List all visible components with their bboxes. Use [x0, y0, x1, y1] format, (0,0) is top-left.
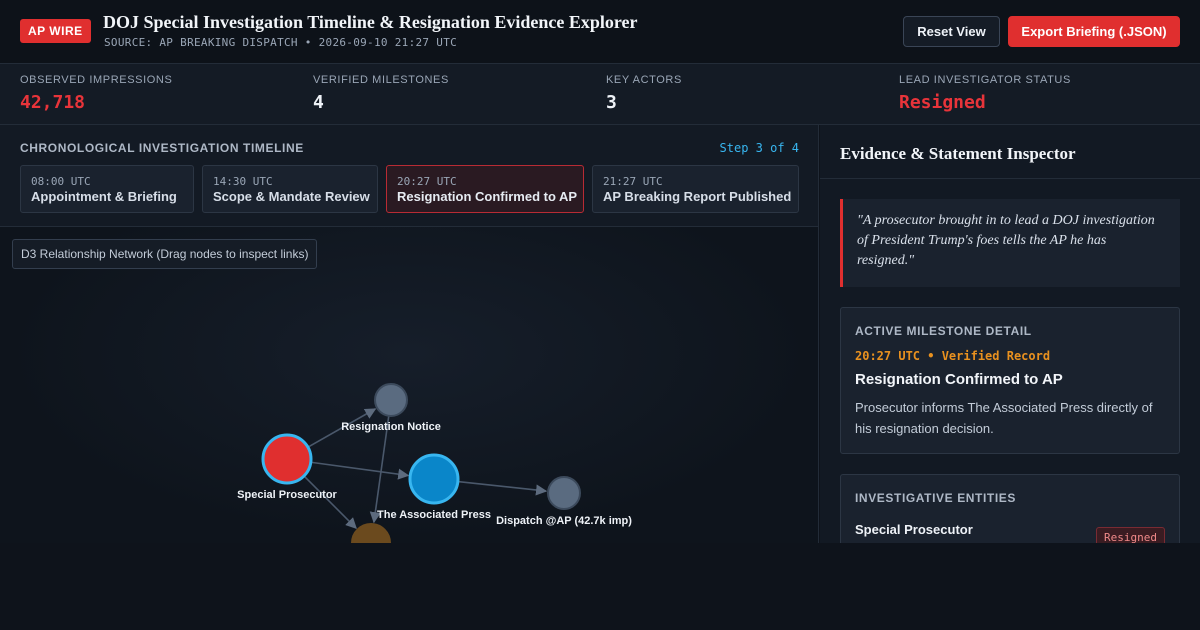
timeline-card[interactable]: 21:27 UTC AP Breaking Report Published [592, 165, 799, 213]
app-title: DOJ Special Investigation Timeline & Res… [103, 12, 638, 32]
milestone-detail-card: ACTIVE MILESTONE DETAIL 20:27 UTC • Veri… [840, 307, 1180, 454]
network-node-doj[interactable] [351, 523, 391, 543]
stat-investigator-status: LEAD INVESTIGATOR STATUS Resigned [899, 64, 1179, 125]
timeline-card-label: Appointment & Briefing [31, 189, 177, 204]
stat-value: Resigned [899, 92, 986, 113]
network-node-ap[interactable]: The Associated Press [377, 453, 491, 521]
stat-milestones: VERIFIED MILESTONES 4 [313, 64, 593, 125]
stat-label: KEY ACTORS [606, 74, 682, 86]
network-node-label: Resignation Notice [341, 421, 441, 433]
entity-status-badge: Resigned [1096, 527, 1165, 543]
entities-card: INVESTIGATIVE ENTITIES Special Prosecuto… [840, 474, 1180, 543]
network-node-circle[interactable] [547, 476, 581, 510]
left-panel: CHRONOLOGICAL INVESTIGATION TIMELINE Ste… [0, 125, 819, 543]
timeline-card-time: 08:00 UTC [31, 175, 91, 188]
timeline-card[interactable]: 20:27 UTC Resignation Confirmed to AP [386, 165, 584, 213]
timeline-card-time: 14:30 UTC [213, 175, 273, 188]
network-node-circle[interactable] [351, 523, 391, 543]
stat-impressions: OBSERVED IMPRESSIONS 42,718 [20, 64, 300, 125]
entity-name[interactable]: Special Prosecutor [855, 522, 973, 537]
relationship-network[interactable]: Special Prosecutor Resignation Notice The … [0, 227, 819, 543]
network-caption: D3 Relationship Network (Drag nodes to i… [12, 239, 318, 269]
timeline-card-label: Resignation Confirmed to AP [397, 189, 578, 204]
milestone-description: Prosecutor informs The Associated Press … [855, 400, 1153, 436]
network-node-notice[interactable]: Resignation Notice [341, 383, 441, 433]
stats-bar: OBSERVED IMPRESSIONS 42,718 VERIFIED MIL… [0, 64, 1200, 125]
network-link-ap-dispatch [457, 480, 548, 496]
timeline-title: CHRONOLOGICAL INVESTIGATION TIMELINE [20, 141, 304, 155]
network-link-prosecutor-doj [303, 475, 357, 529]
network-node-circle[interactable] [408, 453, 460, 505]
stat-label: VERIFIED MILESTONES [313, 74, 449, 86]
timeline-section: CHRONOLOGICAL INVESTIGATION TIMELINE Ste… [0, 125, 818, 227]
source-line: SOURCE: AP BREAKING DISPATCH • 2026-09-1… [104, 36, 458, 49]
network-node-label: The Associated Press [377, 509, 491, 521]
milestone-title: Resignation Confirmed to AP [855, 371, 1063, 388]
network-link-prosecutor-ap [310, 461, 410, 480]
network-node-label: Special Prosecutor [237, 489, 337, 501]
network-node-circle[interactable] [261, 433, 313, 485]
evidence-quote: "A prosecutor brought in to lead a DOJ i… [840, 199, 1180, 287]
stat-value: 42,718 [20, 92, 86, 113]
stat-label: LEAD INVESTIGATOR STATUS [899, 74, 1071, 86]
timeline-card-label: Scope & Mandate Review [213, 189, 370, 204]
ap-wire-badge: AP WIRE [20, 19, 91, 43]
timeline-card[interactable]: 14:30 UTC Scope & Mandate Review [202, 165, 378, 213]
milestone-meta: 20:27 UTC • Verified Record [855, 349, 1051, 363]
network-node-label: Dispatch @AP (42.7k imp) [496, 515, 632, 527]
reset-view-button[interactable]: Reset View [903, 16, 1000, 47]
timeline-card-time: 21:27 UTC [603, 175, 663, 188]
stat-label: OBSERVED IMPRESSIONS [20, 74, 173, 86]
stat-value: 4 [313, 92, 324, 113]
network-node-circle[interactable] [374, 383, 408, 417]
milestone-heading: ACTIVE MILESTONE DETAIL [855, 324, 1032, 338]
entities-heading: INVESTIGATIVE ENTITIES [855, 491, 1016, 505]
export-briefing-button[interactable]: Export Briefing (.JSON) [1008, 16, 1180, 47]
network-canvas[interactable]: Special Prosecutor Resignation Notice The … [0, 227, 819, 543]
inspector-panel: Evidence & Statement Inspector "A prosec… [820, 125, 1200, 543]
timeline-card-time: 20:27 UTC [397, 175, 457, 188]
timeline-card[interactable]: 08:00 UTC Appointment & Briefing [20, 165, 194, 213]
inspector-header: Evidence & Statement Inspector [820, 125, 1200, 179]
app-header: AP WIRE DOJ Special Investigation Timeli… [0, 0, 1200, 64]
page-background [0, 543, 1200, 630]
timeline-step-indicator: Step 3 of 4 [719, 141, 799, 155]
network-node-prosecutor[interactable]: Special Prosecutor [237, 433, 338, 501]
timeline-card-label: AP Breaking Report Published [603, 189, 792, 204]
stat-key-actors: KEY ACTORS 3 [606, 64, 886, 125]
inspector-title: Evidence & Statement Inspector [840, 144, 1076, 163]
stat-value: 3 [606, 92, 617, 113]
network-node-dispatch[interactable]: Dispatch @AP (42.7k imp) [496, 476, 632, 527]
